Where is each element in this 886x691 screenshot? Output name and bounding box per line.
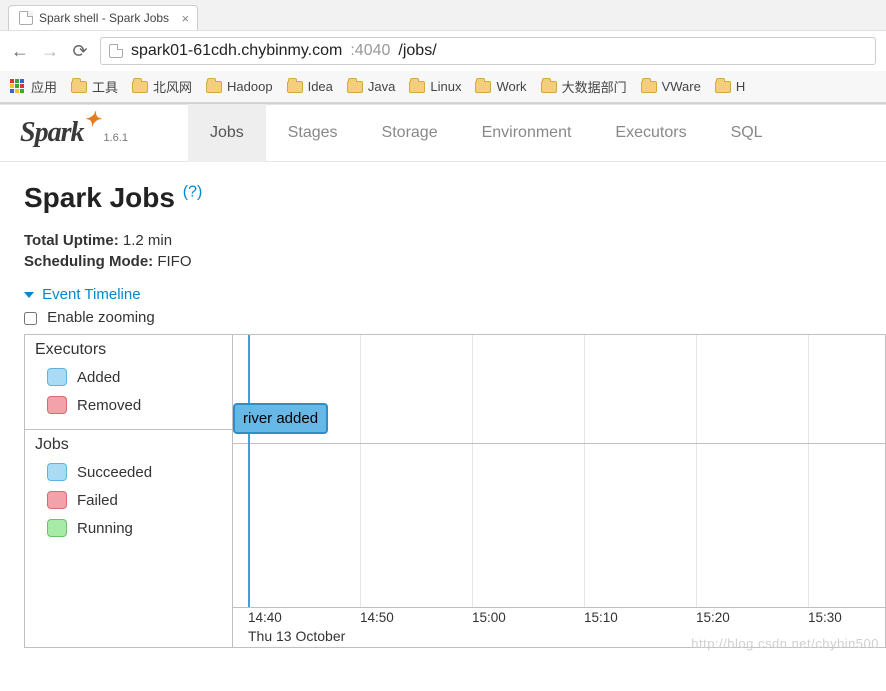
tab-stages[interactable]: Stages (266, 104, 360, 162)
apps-button[interactable]: 应用 (10, 77, 57, 96)
forward-button[interactable]: → (40, 41, 60, 62)
folder-icon (287, 81, 303, 93)
spark-tabs: Jobs Stages Storage Environment Executor… (188, 104, 785, 162)
swatch-removed (47, 396, 67, 414)
tab-executors[interactable]: Executors (593, 104, 708, 162)
scheduling-mode: FIFO (157, 253, 191, 270)
legend-removed: Removed (35, 391, 222, 419)
bookmark-item[interactable]: Linux (409, 79, 461, 94)
bookmark-item[interactable]: Hadoop (206, 79, 273, 94)
star-icon: ✦ (84, 107, 100, 132)
address-bar[interactable]: spark01-61cdh.chybinmy.com :4040/jobs/ (100, 37, 876, 65)
folder-icon (132, 81, 148, 93)
timeline: Executors Added Removed Jobs Succeeded F… (24, 334, 886, 648)
legend-succeeded: Succeeded (35, 458, 222, 486)
bookmark-item[interactable]: Work (475, 79, 526, 94)
event-timeline-toggle[interactable]: Event Timeline (24, 286, 862, 303)
current-time-line (248, 335, 250, 607)
timeline-date: Thu 13 October (248, 628, 345, 644)
bookmark-item[interactable]: 北风网 (132, 77, 192, 96)
legend-running: Running (35, 514, 222, 542)
folder-icon (475, 81, 491, 93)
legend-group-jobs: Jobs Succeeded Failed Running (25, 430, 232, 552)
uptime-row: Total Uptime: 1.2 min (24, 232, 862, 249)
help-link[interactable]: (?) (183, 184, 203, 201)
timeline-legend: Executors Added Removed Jobs Succeeded F… (25, 335, 233, 647)
swatch-running (47, 519, 67, 537)
legend-added: Added (35, 363, 222, 391)
address-row: ← → ⟳ spark01-61cdh.chybinmy.com :4040/jo… (0, 30, 886, 71)
enable-zoom-checkbox[interactable] (24, 312, 37, 325)
tab-storage[interactable]: Storage (360, 104, 460, 162)
page-icon (109, 44, 123, 58)
enable-zoom-label: Enable zooming (47, 309, 155, 326)
url-path: /jobs/ (398, 42, 436, 60)
bookmark-bar: 应用 工具 北风网 Hadoop Idea Java Linux Work 大数… (0, 71, 886, 103)
folder-icon (541, 81, 557, 93)
bookmark-item[interactable]: H (715, 79, 745, 94)
bookmark-item[interactable]: Idea (287, 79, 333, 94)
tab-environment[interactable]: Environment (460, 104, 594, 162)
page-icon (19, 11, 33, 25)
tab-strip: Spark shell - Spark Jobs × (0, 0, 886, 30)
tab-jobs[interactable]: Jobs (188, 104, 266, 162)
bookmark-item[interactable]: 工具 (71, 77, 118, 96)
folder-icon (347, 81, 363, 93)
apps-label: 应用 (31, 77, 57, 96)
enable-zoom-row: Enable zooming (24, 309, 862, 326)
spark-version: 1.6.1 (103, 132, 127, 144)
spark-logo[interactable]: Spark✦ 1.6.1 (20, 117, 128, 149)
swatch-succeeded (47, 463, 67, 481)
event-driver-added[interactable]: river added (233, 403, 328, 434)
close-icon[interactable]: × (181, 11, 189, 26)
spark-navbar: Spark✦ 1.6.1 Jobs Stages Storage Environ… (0, 104, 886, 162)
page-content: Spark Jobs (?) Total Uptime: 1.2 min Sch… (0, 162, 886, 668)
folder-icon (641, 81, 657, 93)
apps-icon (10, 79, 26, 95)
url-port: :4040 (350, 42, 390, 60)
scheduling-row: Scheduling Mode: FIFO (24, 253, 862, 270)
folder-icon (206, 81, 222, 93)
url-host: spark01-61cdh.chybinmy.com (131, 42, 342, 60)
folder-icon (409, 81, 425, 93)
tab-sql[interactable]: SQL (709, 104, 785, 162)
legend-failed: Failed (35, 486, 222, 514)
chevron-down-icon (24, 292, 34, 298)
folder-icon (71, 81, 87, 93)
bookmark-item[interactable]: VWare (641, 79, 701, 94)
swatch-failed (47, 491, 67, 509)
browser-chrome: Spark shell - Spark Jobs × ← → ⟳ spark01… (0, 0, 886, 104)
browser-tab[interactable]: Spark shell - Spark Jobs × (8, 5, 198, 30)
bookmark-item[interactable]: Java (347, 79, 395, 94)
folder-icon (715, 81, 731, 93)
page-title: Spark Jobs (?) (24, 182, 862, 214)
bookmark-item[interactable]: 大数据部门 (541, 77, 627, 96)
uptime-value: 1.2 min (123, 232, 172, 249)
tab-title: Spark shell - Spark Jobs (39, 11, 169, 25)
timeline-axis: 14:40 14:50 15:00 15:10 15:20 15:30 Thu … (233, 607, 885, 647)
reload-button[interactable]: ⟳ (70, 41, 90, 62)
legend-group-executors: Executors Added Removed (25, 335, 232, 430)
back-button[interactable]: ← (10, 41, 30, 62)
timeline-chart[interactable]: river added 14:40 14:50 15:00 15:10 15:2… (233, 335, 885, 647)
swatch-added (47, 368, 67, 386)
